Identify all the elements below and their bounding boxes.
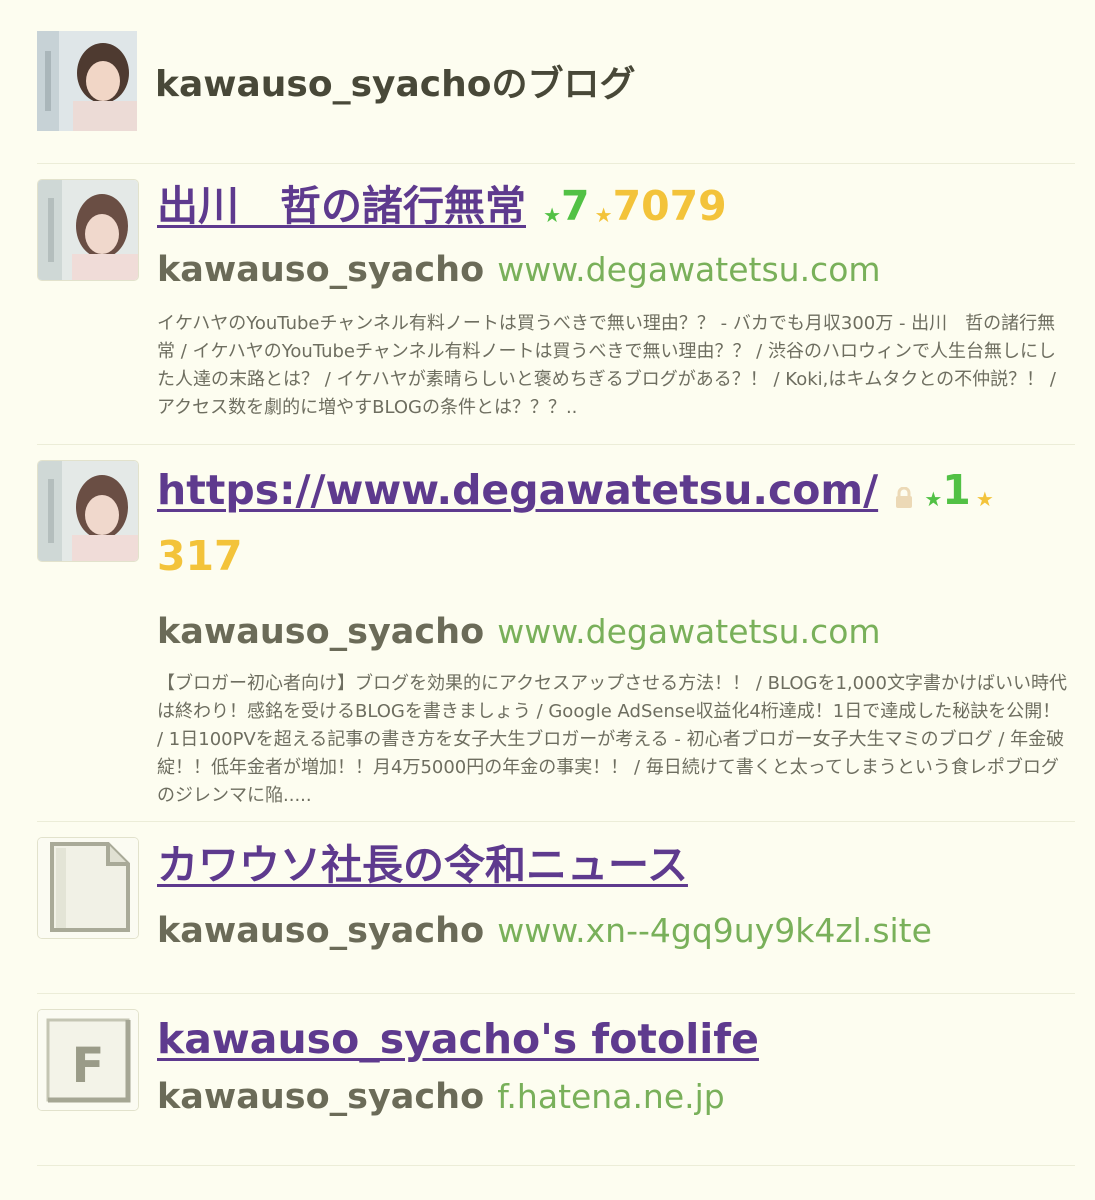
- entry-meta: kawauso_syacho f.hatena.ne.jp: [157, 1071, 1075, 1129]
- entry-title-row: カワウソ社長の令和ニュース: [157, 835, 1075, 895]
- divider: [37, 821, 1075, 822]
- entry-meta: kawauso_syacho www.xn--4gq9uy9k4zl.site: [157, 905, 1075, 963]
- list-item: カワウソ社長の令和ニュース kawauso_syacho www.xn--4gq…: [37, 837, 1075, 992]
- entry-title-row: kawauso_syacho's fotolife: [157, 1009, 1075, 1069]
- entry-content: カワウソ社長の令和ニュース kawauso_syacho www.xn--4gq…: [157, 835, 1075, 963]
- green-star-count[interactable]: 7: [561, 182, 590, 230]
- entry-domain[interactable]: f.hatena.ne.jp: [497, 1077, 725, 1116]
- gold-star-count[interactable]: 317: [157, 528, 1075, 584]
- entry-domain[interactable]: www.degawatetsu.com: [497, 250, 880, 289]
- entry-meta: kawauso_syacho www.degawatetsu.com: [157, 606, 1075, 664]
- divider: [37, 163, 1075, 164]
- entry-description: イケハヤのYouTubeチャンネル有料ノートは買うべきで無い理由？？ - バカで…: [157, 313, 1056, 418]
- green-star-icon: ★: [543, 203, 562, 227]
- entry-content: 出川 哲の諸行無常 ★7 ★7079 kawauso_syacho www.de…: [157, 176, 1075, 422]
- divider: [37, 993, 1075, 994]
- entry-title-link[interactable]: カワウソ社長の令和ニュース: [157, 841, 688, 889]
- list-item: F kawauso_syacho's fotolife kawauso_syac…: [37, 1009, 1075, 1159]
- author-name[interactable]: kawauso_syacho: [157, 612, 484, 652]
- list-item: 出川 哲の諸行無常 ★7 ★7079 kawauso_syacho www.de…: [37, 179, 1075, 444]
- divider: [37, 444, 1075, 445]
- fotolife-icon[interactable]: F: [37, 1009, 139, 1111]
- gold-star-icon: ★: [594, 203, 613, 227]
- entry-title-link[interactable]: kawauso_syacho's fotolife: [157, 1015, 759, 1063]
- entry-content: kawauso_syacho's fotolife kawauso_syacho…: [157, 1009, 1075, 1129]
- entry-domain[interactable]: www.degawatetsu.com: [497, 612, 880, 651]
- blog-title: kawauso_syachoのブログ: [155, 64, 636, 105]
- blog-list-page: kawauso_syachoのブログ 出川 哲の諸行無常 ★7 ★7079 ka…: [0, 0, 1095, 1200]
- entry-title-row: https://www.degawatetsu.com/ ★1 ★: [157, 460, 1007, 520]
- document-icon[interactable]: [37, 837, 139, 939]
- entry-domain[interactable]: www.xn--4gq9uy9k4zl.site: [497, 911, 932, 950]
- entry-title-row: 出川 哲の諸行無常 ★7 ★7079: [157, 176, 1075, 236]
- gold-star-icon: ★: [975, 487, 994, 511]
- entry-meta: kawauso_syacho www.degawatetsu.com: [157, 244, 1075, 302]
- blog-header: kawauso_syachoのブログ: [37, 31, 635, 131]
- fotolife-letter: F: [72, 1038, 105, 1094]
- author-name[interactable]: kawauso_syacho: [157, 1077, 484, 1117]
- author-name[interactable]: kawauso_syacho: [157, 250, 484, 290]
- entry-description: 【ブロガー初心者向け】ブログを効果的にアクセスアップさせる方法！！ / BLOG…: [157, 673, 1067, 806]
- lock-icon: [895, 486, 913, 513]
- entry-title-link[interactable]: 出川 哲の諸行無常: [157, 182, 526, 230]
- list-item: https://www.degawatetsu.com/ ★1 ★ 317 ka…: [37, 460, 1075, 820]
- author-name[interactable]: kawauso_syacho: [157, 911, 484, 951]
- entry-content: https://www.degawatetsu.com/ ★1 ★ 317 ka…: [157, 460, 1075, 810]
- avatar[interactable]: [37, 179, 139, 281]
- avatar[interactable]: [37, 460, 139, 562]
- entry-title-link[interactable]: https://www.degawatetsu.com/: [157, 466, 878, 514]
- divider: [37, 1165, 1075, 1166]
- avatar[interactable]: [37, 31, 137, 131]
- green-star-icon: ★: [924, 487, 943, 511]
- green-star-count[interactable]: 1: [942, 466, 971, 514]
- gold-star-count[interactable]: 7079: [613, 182, 727, 230]
